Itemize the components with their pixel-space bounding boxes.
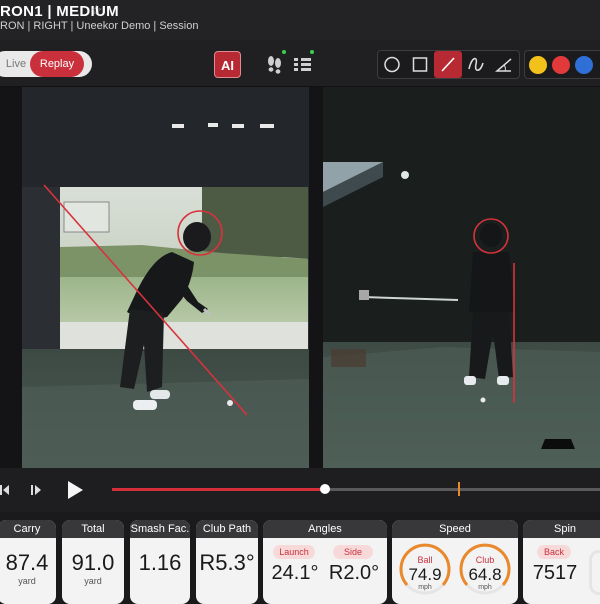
club-speed-unit: mph: [478, 584, 492, 591]
launch-label: Launch: [273, 545, 315, 559]
total-unit: yard: [84, 576, 102, 586]
back-spin-value: 7517: [532, 562, 578, 584]
session-subtitle: RON | RIGHT | Uneekor Demo | Session: [0, 20, 199, 32]
line-tool[interactable]: [434, 51, 462, 78]
spin-label: Spin: [523, 520, 600, 538]
live-button[interactable]: Live: [0, 51, 30, 77]
total-value: 91.0: [71, 550, 115, 575]
speed-label: Speed: [392, 520, 518, 538]
step-back-icon: [0, 485, 9, 495]
angle-tool[interactable]: [490, 51, 518, 78]
play-icon: [68, 481, 83, 499]
circle-icon: [384, 56, 400, 73]
next-frame-button[interactable]: [28, 482, 44, 498]
smash-factor-label: Smash Fac.: [130, 520, 190, 538]
status-dot: [310, 50, 314, 54]
line-icon: [441, 57, 455, 72]
speed-card[interactable]: Speed Ball 74.9 mph Club 64.8 mph: [392, 520, 518, 604]
timeline-handle[interactable]: [320, 484, 331, 494]
square-tool[interactable]: [406, 51, 434, 78]
carry-card[interactable]: Carry 87.4 yard: [0, 520, 56, 604]
swing-video-frame-right: [323, 87, 600, 468]
favorite-star-icon[interactable]: ☆: [90, 2, 103, 19]
side-value: R2.0°: [328, 562, 380, 584]
curve-tool[interactable]: [462, 51, 490, 78]
ai-analysis-button[interactable]: AI: [214, 51, 241, 78]
smash-factor-value: 1.16: [138, 550, 182, 575]
carry-unit: yard: [18, 576, 36, 586]
club-path-value: R5.3°: [199, 550, 255, 575]
camera-view-left[interactable]: [22, 87, 309, 468]
footprint-view-button[interactable]: [264, 50, 286, 76]
club-path-label: Club Path: [196, 520, 258, 538]
ai-label: AI: [221, 58, 234, 73]
camera-view-right[interactable]: [323, 87, 600, 468]
ball-speed-value: 74.9: [408, 565, 442, 584]
club-speed-gauge: Club 64.8 mph: [458, 542, 512, 596]
list-icon: [294, 58, 311, 71]
club-path-card[interactable]: Club Path R5.3°: [196, 520, 258, 604]
replay-button[interactable]: Replay: [30, 51, 84, 77]
ball-speed-unit: mph: [418, 584, 432, 591]
side-label: Side: [333, 545, 373, 559]
color-swatch-yellow[interactable]: [529, 56, 547, 74]
total-card[interactable]: Total 91.0 yard: [62, 520, 124, 604]
color-swatch-blue[interactable]: [575, 56, 593, 74]
club-speed-label: Club: [475, 555, 495, 565]
mode-toggle[interactable]: Live Replay: [0, 51, 92, 77]
timeline-scrubber[interactable]: [112, 482, 600, 496]
smash-factor-card[interactable]: Smash Fac. 1.16: [130, 520, 190, 604]
footprints-icon: [268, 56, 281, 74]
carry-value: 87.4: [5, 550, 49, 575]
launch-value: 24.1°: [271, 562, 319, 584]
impact-marker: [457, 482, 460, 496]
club-speed-value: 64.8: [468, 565, 502, 584]
total-label: Total: [62, 520, 124, 538]
angles-label: Angles: [263, 520, 387, 538]
spin-gauge-arc: [589, 550, 600, 595]
play-button[interactable]: [64, 479, 86, 501]
drawing-tools: [377, 50, 520, 79]
color-picker: [524, 50, 600, 79]
angles-card[interactable]: Angles Launch Side 24.1° R2.0°: [263, 520, 387, 604]
swing-video-frame-left: [22, 87, 309, 468]
video-area: [0, 87, 600, 468]
angle-icon: [494, 58, 512, 72]
square-icon: [412, 57, 428, 72]
playback-controls: [0, 468, 600, 512]
back-spin-label: Back: [537, 545, 571, 559]
session-header: RON1 | MEDIUM ☆ RON | RIGHT | Uneekor De…: [0, 0, 600, 40]
color-swatch-red[interactable]: [552, 56, 570, 74]
previous-frame-button[interactable]: [0, 482, 10, 498]
ball-speed-label: Ball: [417, 555, 433, 565]
status-dot: [282, 50, 286, 54]
curve-icon: [468, 57, 484, 71]
shot-metrics-panel: Carry 87.4 yard Total 91.0 yard Smash Fa…: [0, 512, 600, 604]
spin-card[interactable]: Spin Back 7517: [523, 520, 600, 604]
step-forward-icon: [31, 485, 41, 495]
timeline-progress: [112, 488, 326, 491]
ball-speed-gauge: Ball 74.9 mph: [398, 542, 452, 596]
carry-label: Carry: [0, 520, 56, 538]
data-list-button[interactable]: [292, 50, 314, 76]
circle-tool[interactable]: [378, 51, 406, 78]
